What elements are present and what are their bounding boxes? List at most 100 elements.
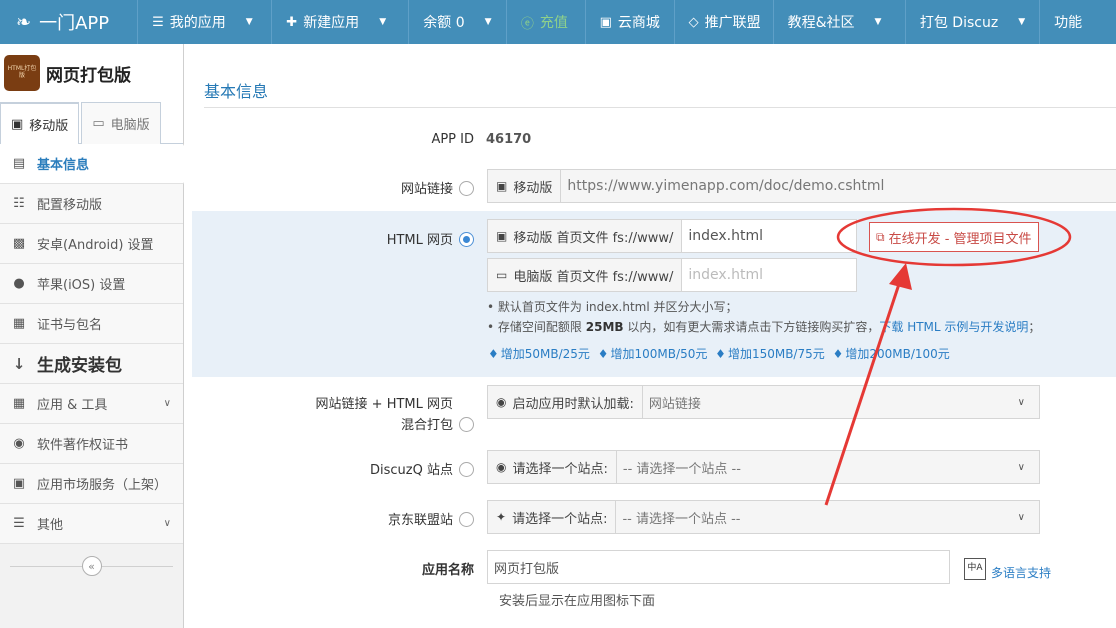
- buy-50mb-link[interactable]: 增加50MB/25元: [501, 347, 590, 361]
- mobile-index-input[interactable]: index.html: [682, 220, 856, 252]
- collapse-icon[interactable]: «: [81, 556, 102, 576]
- sidebar-item-build[interactable]: ↓ 生成安装包: [0, 344, 183, 384]
- mixed-label-line2: 混合打包: [400, 418, 453, 433]
- app-name-input[interactable]: 网页打包版: [488, 551, 949, 583]
- chevron-down-icon: ∨: [1017, 461, 1025, 473]
- tab-label: 移动版: [29, 119, 69, 134]
- multilang-link[interactable]: 中A 多语言支持: [964, 556, 1051, 581]
- addon-label: 电脑版 首页文件 fs://www/: [513, 269, 674, 285]
- brand-name: 一门APP: [39, 13, 110, 34]
- app-logo: HTML打包版: [4, 55, 40, 91]
- website-link-radio[interactable]: [459, 181, 474, 196]
- nav-my-apps[interactable]: ☰ 我的应用 ▼: [137, 0, 271, 44]
- sidebar-item-market[interactable]: ▣ 应用市场服务（上架）: [0, 464, 183, 504]
- sidebar-item-android[interactable]: ▩ 安卓(Android) 设置: [0, 224, 183, 264]
- sidebar-item-label: 其他: [37, 518, 64, 533]
- discuzq-site-select[interactable]: -- 请选择一个站点 -- ∨: [616, 451, 1039, 483]
- nav-discuz[interactable]: 打包 Discuz ▼: [904, 0, 1039, 44]
- mobile-index-addon: ▣ 移动版 首页文件 fs://www/: [488, 220, 683, 252]
- html-page-radio[interactable]: [459, 232, 474, 247]
- sidebar-item-certificate[interactable]: ▦ 证书与包名: [0, 304, 183, 344]
- caret-down-icon: ▼: [379, 17, 387, 27]
- nav-recharge[interactable]: ⓔ 充值: [505, 0, 585, 44]
- diamond-icon: ◇: [688, 14, 699, 30]
- mixed-default-select[interactable]: 网站链接 ∨: [642, 386, 1039, 418]
- brand-logo[interactable]: ❧ 一门APP: [0, 0, 137, 44]
- discuzq-radio[interactable]: [459, 462, 474, 477]
- website-link-addon: ▣ 移动版: [488, 170, 562, 202]
- app-name-hint: 安装后显示在应用图标下面: [499, 594, 656, 609]
- nav-new-app[interactable]: ✚ 新建应用 ▼: [271, 0, 408, 44]
- addon-label: 移动版 首页文件 fs://www/: [513, 230, 674, 246]
- chevron-down-icon: ∨: [163, 518, 171, 529]
- app-name: 网页打包版: [46, 65, 131, 86]
- app-id-value: 46170: [486, 132, 532, 147]
- online-dev-button[interactable]: ⧉ 在线开发 - 管理项目文件: [869, 222, 1039, 252]
- nav-label: 打包 Discuz: [919, 15, 999, 31]
- nav-features[interactable]: 功能: [1039, 0, 1116, 44]
- sidebar-item-label: 配置移动版: [37, 198, 103, 213]
- buy-100mb-link[interactable]: 增加100MB/50元: [611, 347, 708, 361]
- platform-tabs: ▣ 移动版 ▭ 电脑版: [0, 102, 183, 145]
- app-name-group: 网页打包版: [487, 550, 950, 584]
- note-text: 以内，如有更大需求请点击下方链接购买扩容，: [627, 320, 880, 334]
- sidebar-collapse-row: «: [0, 544, 183, 588]
- nav-cloud-store[interactable]: ▣ 云商城: [584, 0, 674, 44]
- buy-200mb-link[interactable]: 增加200MB/100元: [845, 347, 949, 361]
- leaf-icon: ❧: [16, 11, 32, 33]
- desktop-index-addon: ▭ 电脑版 首页文件 fs://www/: [488, 259, 683, 291]
- divider: [204, 107, 1116, 108]
- sidebar-item-basic-info[interactable]: ▤ 基本信息: [0, 144, 193, 184]
- jd-label-text: 京东联盟站: [387, 513, 453, 528]
- multilang-link-text: 多语言支持: [991, 566, 1052, 580]
- sidebar-item-other[interactable]: ☰ 其他 ∨: [0, 504, 183, 544]
- sort-numeric-icon: ↓: [12, 354, 26, 373]
- shop-icon: ▣: [599, 14, 612, 30]
- copyright-icon: ◉: [13, 436, 25, 451]
- apple-icon: ●: [13, 276, 25, 291]
- mobile-icon: ▣: [496, 179, 508, 193]
- tab-desktop[interactable]: ▭ 电脑版: [81, 102, 161, 144]
- dog-icon: ✦: [496, 510, 507, 524]
- select-value: -- 请选择一个站点 --: [622, 461, 741, 477]
- sidebar-item-label: 软件著作权证书: [37, 438, 129, 453]
- sliders-icon: ☷: [13, 196, 25, 211]
- sidebar-item-label: 苹果(iOS) 设置: [37, 278, 126, 293]
- nav-label: 充值: [539, 15, 568, 31]
- buy-150mb-link[interactable]: 增加150MB/75元: [728, 347, 825, 361]
- sidebar-item-ios[interactable]: ● 苹果(iOS) 设置: [0, 264, 183, 304]
- discuzq-addon: ◉ 请选择一个站点:: [488, 451, 617, 483]
- download-example-link[interactable]: 下载 HTML 示例与开发说明: [879, 320, 1028, 334]
- nav-label: 推广联盟: [704, 15, 761, 31]
- sidebar-item-copyright[interactable]: ◉ 软件著作权证书: [0, 424, 183, 464]
- chevron-down-icon: ∨: [163, 398, 171, 409]
- sidebar-item-config-mobile[interactable]: ☷ 配置移动版: [0, 184, 183, 224]
- bars-icon: ☰: [13, 516, 25, 531]
- nav-label: 教程&社区: [787, 15, 855, 31]
- jd-radio[interactable]: [459, 512, 474, 527]
- app-logo-text: HTML打包版: [7, 65, 37, 79]
- globe-icon: ◉: [496, 395, 507, 409]
- addon-label: 请选择一个站点:: [512, 461, 608, 477]
- storage-quota: 25MB: [585, 320, 624, 334]
- html-page-label: HTML 网页: [184, 229, 474, 248]
- tab-mobile[interactable]: ▣ 移动版: [0, 102, 80, 145]
- desktop-icon: ▭: [496, 268, 508, 282]
- nav-balance[interactable]: 余额 0 ▼: [408, 0, 506, 44]
- button-label: 在线开发 - 管理项目文件: [888, 231, 1032, 247]
- jd-label: 京东联盟站: [184, 509, 474, 528]
- jd-site-select[interactable]: -- 请选择一个站点 -- ∨: [616, 501, 1039, 533]
- website-link-input[interactable]: https://www.yimenapp.com/doc/demo.cshtml: [561, 170, 1116, 202]
- addon-label: 启动应用时默认加载:: [512, 396, 634, 412]
- nav-affiliate[interactable]: ◇ 推广联盟: [673, 0, 773, 44]
- nav-label: 新建应用: [303, 15, 360, 31]
- mixed-radio[interactable]: [459, 417, 474, 432]
- website-link-group: ▣ 移动版 https://www.yimenapp.com/doc/demo.…: [487, 169, 1116, 203]
- nav-tutorial[interactable]: 教程&社区 ▼: [772, 0, 905, 44]
- mixed-label: 网站链接 + HTML 网页 混合打包: [184, 394, 474, 436]
- index-note: • 默认首页文件为 index.html 并区分大小写；: [487, 300, 738, 314]
- desktop-index-input[interactable]: index.html: [682, 259, 856, 291]
- sidebar-item-tools[interactable]: ▦ 应用 & 工具 ∨: [0, 384, 183, 424]
- main-content: 基本信息 APP ID 46170 网站链接 ▣ 移动版 https://www…: [184, 44, 1116, 628]
- jd-addon: ✦ 请选择一个站点:: [488, 501, 617, 533]
